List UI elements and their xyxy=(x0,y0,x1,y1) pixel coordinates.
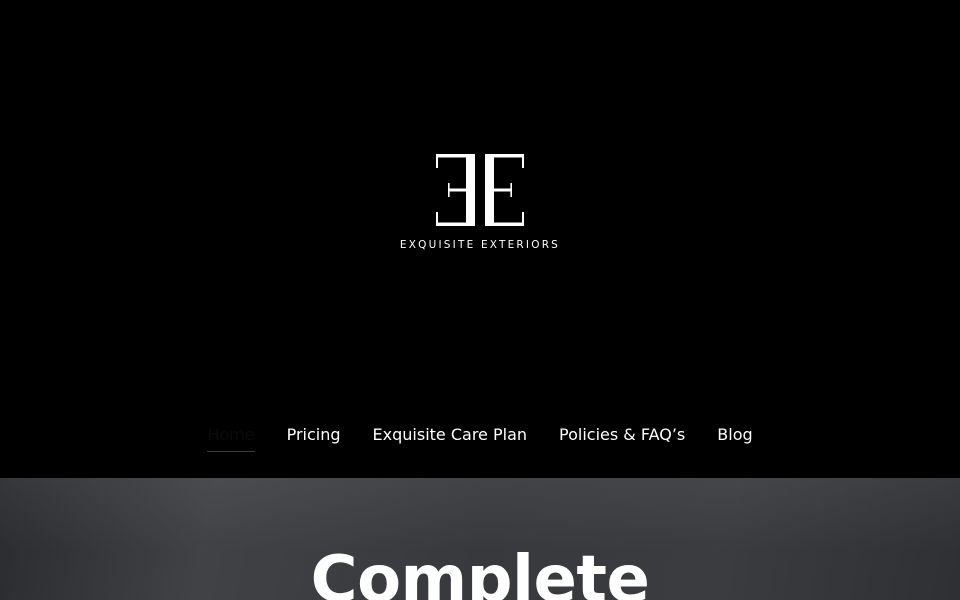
hero-title: Complete xyxy=(310,543,650,600)
brand-name: EXQUISITE EXTERIORS xyxy=(399,239,561,251)
ee-monogram-logo-icon xyxy=(436,154,524,226)
site-logo-link[interactable]: EXQUISITE EXTERIORS xyxy=(380,146,580,258)
main-nav: Home Pricing Exquisite Care Plan Policie… xyxy=(0,420,960,452)
nav-item-home[interactable]: Home xyxy=(207,420,255,452)
nav-item-blog[interactable]: Blog xyxy=(717,420,752,451)
nav-item-exquisite-care-plan[interactable]: Exquisite Care Plan xyxy=(373,420,527,451)
page: EXQUISITE EXTERIORS Home Pricing Exquisi… xyxy=(0,0,960,600)
nav-item-pricing[interactable]: Pricing xyxy=(287,420,341,451)
hero-section: Complete xyxy=(0,478,960,600)
site-header: EXQUISITE EXTERIORS Home Pricing Exquisi… xyxy=(0,0,960,478)
nav-item-policies-faqs[interactable]: Policies & FAQ’s xyxy=(559,420,685,451)
